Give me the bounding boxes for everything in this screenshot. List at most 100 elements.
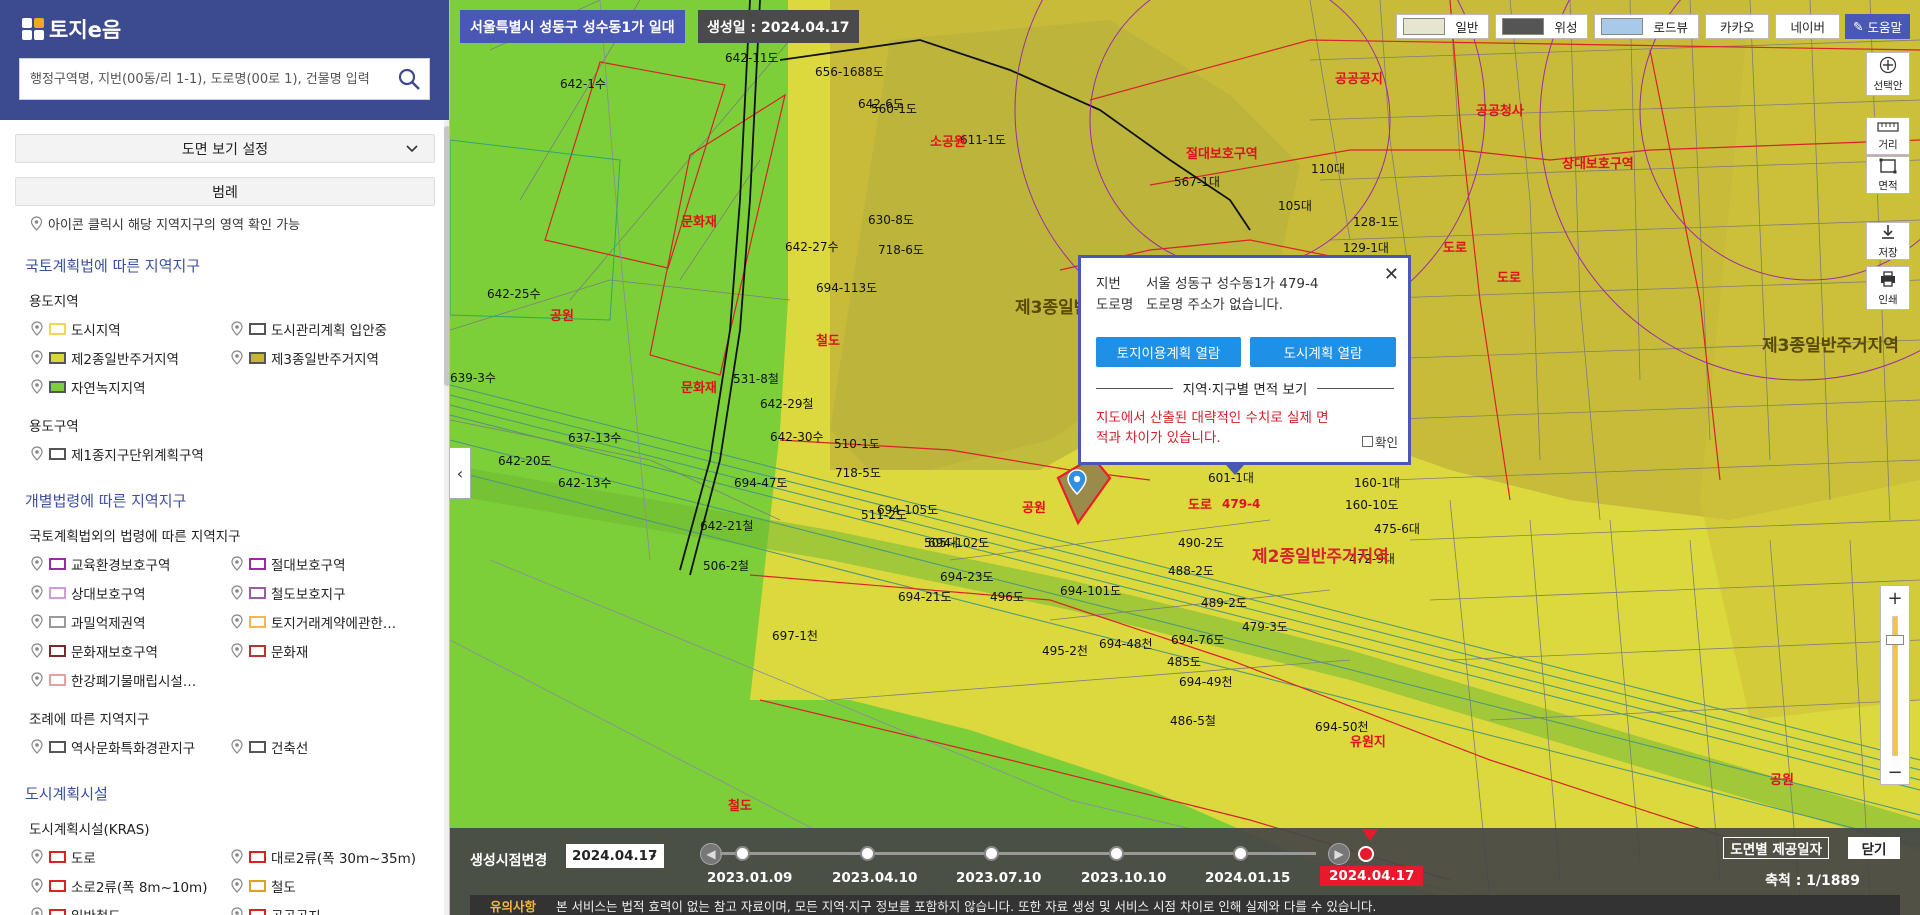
legend-item[interactable]: 교육환경보호구역 [30,549,230,578]
search-button[interactable] [389,59,429,99]
pin-icon[interactable] [230,613,244,630]
view-settings-button[interactable]: 도면 보기 설정 [15,134,435,163]
close-icon[interactable]: ✕ [1384,264,1399,285]
pin-icon[interactable] [30,445,44,462]
timeline-point[interactable] [860,846,875,861]
legend-item-label: 일반철도 [71,905,121,915]
timeline-prev-button[interactable]: ◀ [700,843,722,865]
legend-item[interactable]: 역사문화특화경관지구 [30,732,230,761]
tool-ruler-button[interactable]: 거리 [1866,117,1910,155]
timeline-date-select[interactable]: 2024.04.17 ⌄ [566,844,664,868]
pin-icon[interactable] [30,378,44,395]
confirm-checkbox[interactable]: 확인 [1361,432,1398,451]
pin-icon[interactable] [230,642,244,659]
zoom-out-button[interactable]: − [1881,760,1909,784]
pin-icon[interactable] [230,848,244,865]
timeline-date-label[interactable]: 2023.07.10 [956,870,1041,886]
map-type-5-button[interactable]: 네이버 [1775,14,1840,39]
legend-item[interactable]: 제2종일반주거지역 [30,343,230,372]
timeline-close-button[interactable]: 닫기 [1848,837,1900,859]
pin-icon[interactable] [230,906,244,915]
timeline-date-label[interactable]: 2023.10.10 [1081,870,1166,886]
legend-item[interactable]: 도시지역 [30,314,230,343]
legend-item[interactable]: 건축선 [230,732,430,761]
legend-item-label: 절대보호구역 [271,557,346,574]
timeline-point[interactable] [1233,846,1248,861]
pin-icon[interactable] [30,320,44,337]
legend-button[interactable]: 범례 [15,177,435,206]
timeline-point[interactable] [1358,846,1374,862]
map-type-2-button[interactable]: 위성 [1495,14,1589,39]
legend-item[interactable]: 토지거래계약에관한… [230,607,430,636]
tool-download-button[interactable]: 저장 [1866,222,1910,260]
pin-icon[interactable] [30,555,44,572]
notice-bar: 유의사항 본 서비스는 법적 효력이 없는 참고 자료이며, 모든 지역·지구 … [470,895,1900,915]
map-view[interactable]: 642-1수 642-11도 656-1688도 560-1도 611-1도 642-6도… [450,0,1920,915]
pin-icon[interactable] [30,848,44,865]
tool-plus-circle-button[interactable]: 선택안 [1866,52,1910,96]
pin-icon[interactable] [230,738,244,755]
timeline-date-label[interactable]: 2024.04.17 [1320,866,1424,886]
legend-item[interactable]: 문화재보호구역 [30,636,230,665]
provide-date-button[interactable]: 도면별 제공일자 [1723,837,1829,859]
legend-item[interactable]: 자연녹지지역 [30,372,230,401]
timeline-point[interactable] [1109,846,1124,861]
parcel-label: 642-30수 [770,430,824,444]
tool-area-button[interactable]: 면적 [1866,156,1910,194]
legend-item[interactable]: 상대보호구역 [30,578,230,607]
timeline-date-label[interactable]: 2023.01.09 [707,870,792,886]
help-button[interactable]: ✎ 도움말 [1845,14,1910,39]
legend-item[interactable]: 절대보호구역 [230,549,430,578]
legend-item-label: 제2종일반주거지역 [71,351,179,368]
pin-icon[interactable] [30,584,44,601]
map-type-3-button[interactable]: 로드뷰 [1594,14,1699,39]
legend-item[interactable]: 문화재 [230,636,430,665]
legend-item[interactable]: 소로2류(폭 8m~10m) [30,871,230,900]
timeline-date-label[interactable]: 2024.01.15 [1205,870,1290,886]
legend-item[interactable]: 한강폐기물매립시설… [30,665,230,694]
legend-item-label: 문화재 [271,644,309,661]
timeline-next-button[interactable]: ▶ [1328,843,1350,865]
sidebar-collapse-button[interactable]: ‹ [450,447,471,499]
legend-item[interactable]: 철도 [230,871,430,900]
pin-icon[interactable] [30,738,44,755]
pin-icon[interactable] [30,642,44,659]
road-row: 도로명 도로명 주소가 없습니다. [1096,293,1283,313]
parcel-label: 642-6도 [858,97,904,111]
legend-item[interactable]: 도로 [30,842,230,871]
search-input[interactable] [20,59,389,99]
timeline-date-label[interactable]: 2023.04.10 [832,870,917,886]
pin-icon[interactable] [30,671,44,688]
legend-item[interactable]: 도시관리계획 입안중 [230,314,430,343]
area-view-divider[interactable]: 지역·지구별 면적 보기 [1096,381,1394,398]
legend-item[interactable]: 과밀억제권역 [30,607,230,636]
land-use-plan-button[interactable]: 토지이용계획 열람 [1096,337,1241,367]
map-type-4-button[interactable]: 카카오 [1704,14,1770,39]
legend-item[interactable]: 일반철도 [30,900,230,915]
app-logo[interactable]: 토지e음 [22,14,121,44]
checkbox-icon [1361,436,1373,447]
pin-icon[interactable] [230,555,244,572]
legend-item[interactable]: 대로2류(폭 30m~35m) [230,842,430,871]
pin-icon[interactable] [230,349,244,366]
pin-icon[interactable] [230,320,244,337]
legend-item[interactable]: 철도보호지구 [230,578,430,607]
pin-icon[interactable] [230,584,244,601]
pin-icon[interactable] [30,613,44,630]
search-icon [398,68,420,90]
city-plan-button[interactable]: 도시계획 열람 [1250,337,1396,367]
timeline-point[interactable] [735,846,750,861]
legend-item[interactable]: 제3종일반주거지역 [230,343,430,372]
legend-item[interactable]: 제1종지구단위계획구역 [30,439,230,468]
zoom-slider-handle[interactable] [1886,635,1904,645]
legend-item[interactable]: 공공공지 [230,900,430,915]
map-type-1-button[interactable]: 일반 [1396,14,1490,39]
tool-print-button[interactable]: 인쇄 [1866,266,1910,310]
timeline-point[interactable] [984,846,999,861]
pin-icon[interactable] [230,877,244,894]
zoom-in-button[interactable]: + [1881,586,1909,610]
pin-icon[interactable] [30,877,44,894]
pin-icon[interactable] [30,906,44,915]
map-type-switcher: 일반 위성 로드뷰 카카오 네이버 [1396,14,1840,39]
pin-icon[interactable] [30,349,44,366]
